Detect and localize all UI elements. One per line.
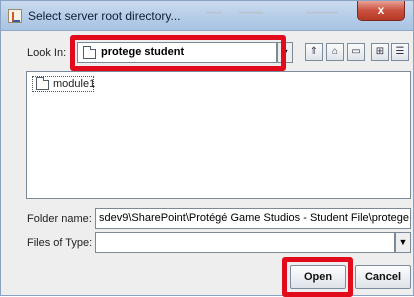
folder-name-field[interactable]: sdev9\SharePoint\Protégé Game Studios - … — [95, 208, 411, 229]
list-item[interactable]: module1 — [32, 76, 96, 92]
up-one-level-icon: ⇑ — [309, 46, 319, 57]
up-one-level-button[interactable]: ⇑ — [305, 43, 323, 61]
details-view-button[interactable]: ☰ — [391, 43, 409, 61]
new-folder-button[interactable]: ▭ — [347, 43, 365, 61]
new-folder-icon: ▭ — [351, 46, 361, 57]
files-of-type-dropdown-arrow[interactable]: ▼ — [395, 232, 411, 253]
chevron-down-icon: ▼ — [280, 47, 290, 57]
folder-icon — [36, 77, 49, 90]
cancel-button[interactable]: Cancel — [355, 265, 411, 289]
file-list[interactable]: module1 — [26, 71, 411, 199]
window-title: Select server root directory... — [28, 9, 181, 23]
files-of-type-label: Files of Type: — [27, 237, 93, 249]
list-view-button[interactable]: ⊞ — [371, 43, 389, 61]
title-bar[interactable]: Select server root directory... ▬▬ ▬▬▬ ▬… — [1, 1, 413, 31]
list-view-icon: ⊞ — [375, 46, 385, 57]
file-chooser-dialog: Select server root directory... ▬▬ ▬▬▬ ▬… — [0, 0, 414, 297]
close-icon: x — [377, 3, 385, 17]
home-button[interactable]: ⌂ — [326, 43, 344, 61]
open-button[interactable]: Open — [290, 265, 346, 289]
look-in-value: protege student — [101, 46, 185, 58]
look-in-label: Look In: — [27, 47, 67, 59]
folder-name-label: Folder name: — [27, 213, 92, 225]
look-in-dropdown-arrow[interactable]: ▼ — [277, 42, 293, 63]
title-bar-blur-decoration: ▬▬▬▬ — [306, 7, 338, 16]
title-bar-blur-decoration: ▬▬ — [206, 7, 222, 16]
home-icon: ⌂ — [331, 46, 339, 57]
details-view-icon: ☰ — [395, 46, 405, 57]
folder-icon — [83, 46, 96, 59]
close-button[interactable]: x — [357, 1, 405, 21]
list-item-label: module1 — [53, 78, 96, 90]
title-bar-blur-decoration: ▬▬▬ — [239, 7, 263, 16]
chevron-down-icon: ▼ — [398, 237, 408, 247]
files-of-type-combo[interactable] — [95, 232, 395, 253]
look-in-combo[interactable]: protege student — [77, 42, 277, 63]
java-app-icon — [8, 9, 22, 23]
